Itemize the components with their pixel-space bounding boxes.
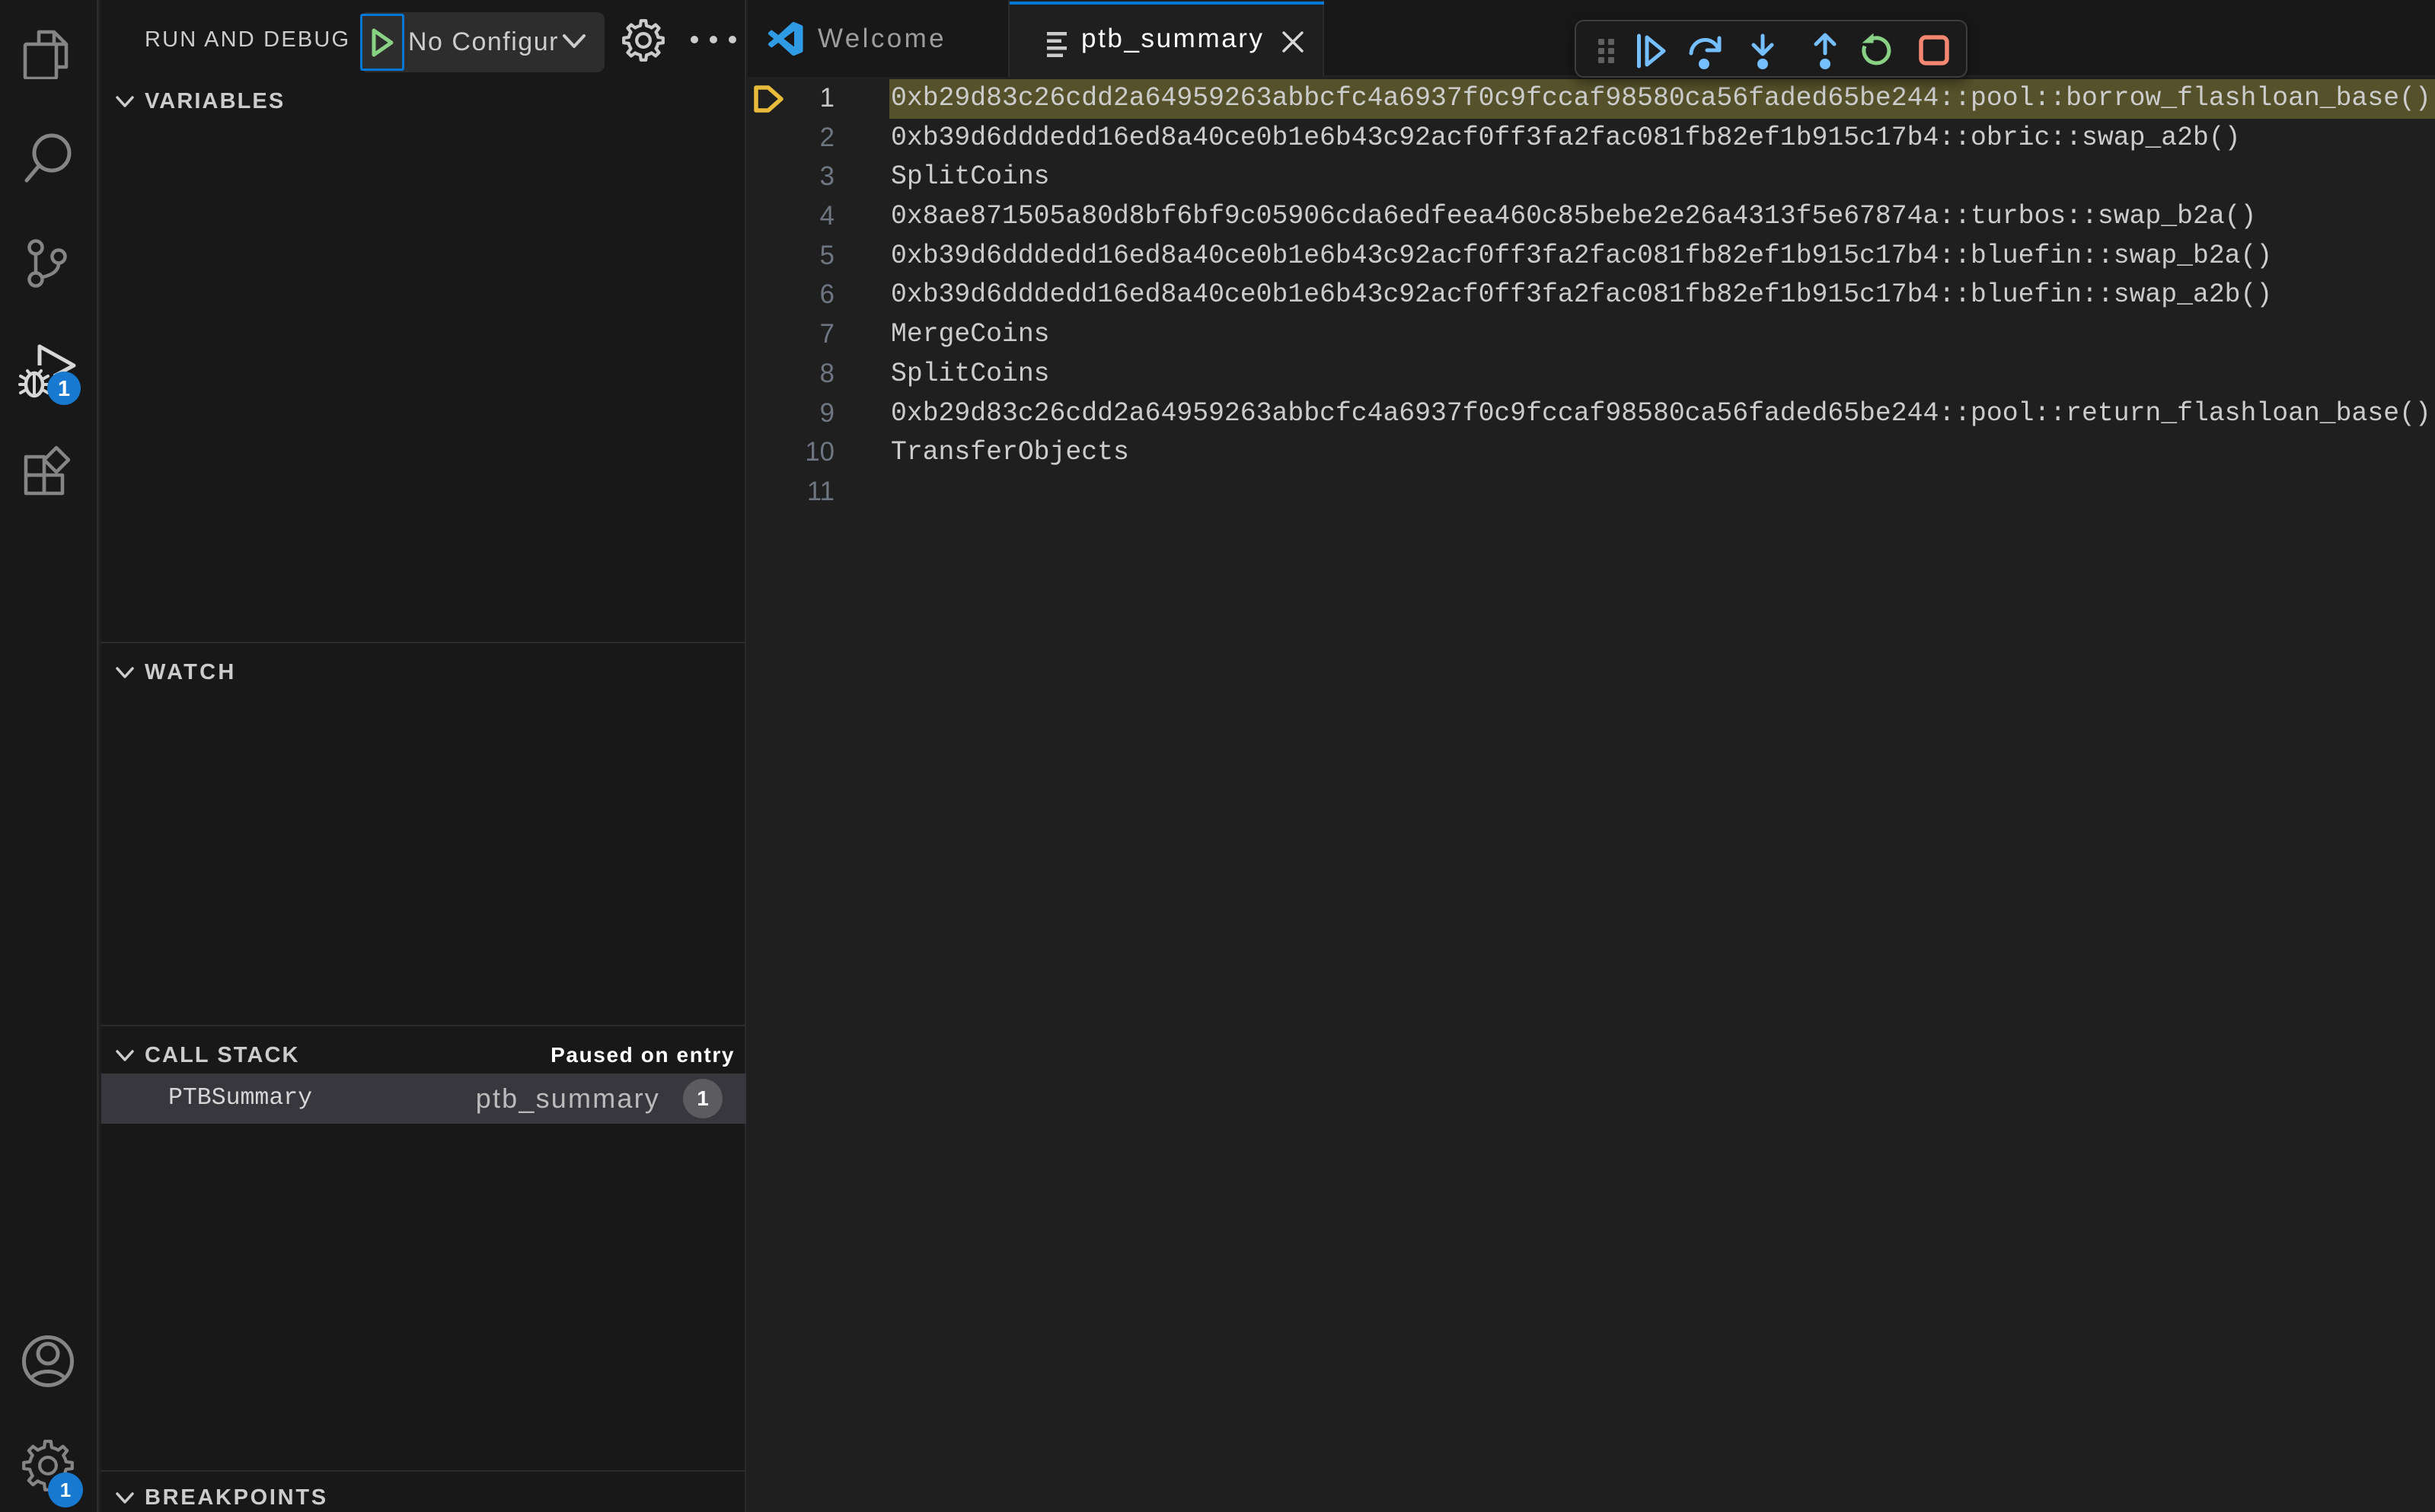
svg-text:1: 1 [58, 377, 70, 401]
